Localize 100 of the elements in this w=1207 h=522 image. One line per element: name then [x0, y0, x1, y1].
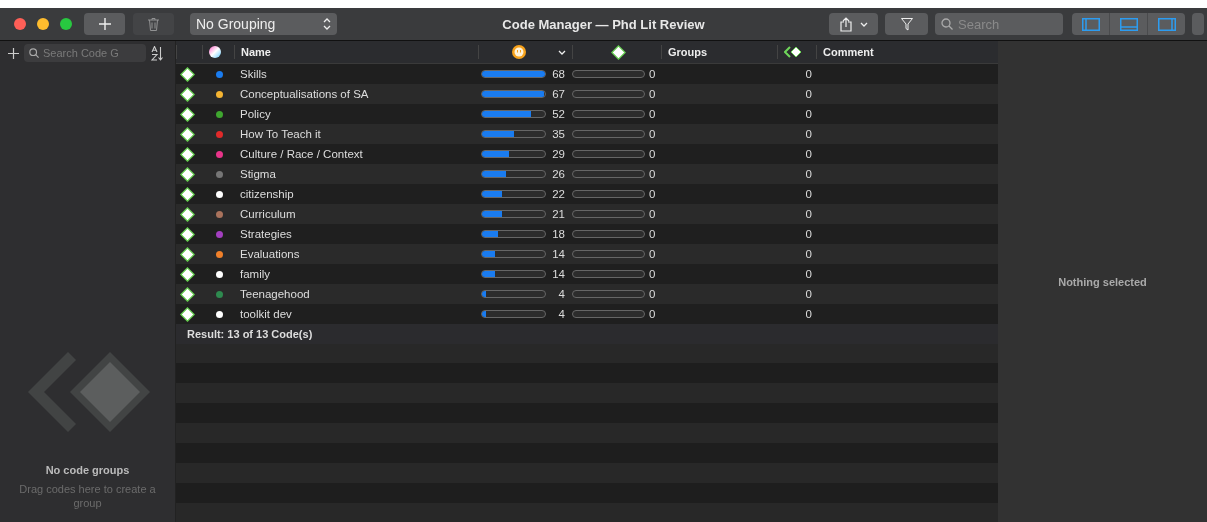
- zoom-button[interactable]: [60, 18, 72, 30]
- search-icon: [29, 48, 39, 58]
- frequency-count: 26: [551, 168, 565, 180]
- frequency-count: 0: [649, 188, 656, 200]
- frequency-count: 0: [649, 68, 656, 80]
- frequency-bar: [481, 310, 546, 318]
- linked-count: 0: [804, 268, 813, 280]
- linked-count: 0: [804, 148, 813, 160]
- linked-count: 0: [804, 228, 813, 240]
- code-icon: [180, 206, 195, 222]
- frequency-count: 0: [649, 108, 656, 120]
- linked-count: 0: [804, 208, 813, 220]
- frequency-count: 35: [551, 128, 565, 140]
- frequency-bar: [481, 130, 546, 138]
- frequency-bar: [481, 270, 546, 278]
- linked-count: 0: [804, 308, 813, 320]
- code-name[interactable]: Skills: [234, 68, 478, 80]
- frequency-count: 0: [649, 228, 656, 240]
- linked-count: 0: [804, 128, 813, 140]
- window-title: Code Manager — Phd Lit Review: [502, 16, 705, 32]
- code-name[interactable]: How To Teach it: [234, 128, 478, 140]
- linked-count: 0: [804, 288, 813, 300]
- left-panel-icon: [1081, 17, 1100, 31]
- code-icon: [180, 126, 195, 142]
- linked-count: 0: [804, 108, 813, 120]
- empty-title: No code groups: [45, 464, 130, 476]
- linked-count: 0: [804, 168, 813, 180]
- grouping-dropdown[interactable]: No Grouping: [190, 13, 337, 35]
- frequency-count: 0: [649, 168, 656, 180]
- share-button[interactable]: [829, 13, 878, 35]
- frequency-bar: [481, 150, 546, 158]
- color-wheel-icon[interactable]: [209, 46, 221, 58]
- code-name[interactable]: Curriculum: [234, 208, 478, 220]
- code-icon: [180, 186, 195, 202]
- linked-count: 0: [804, 248, 813, 260]
- frequency-count: 4: [557, 288, 565, 300]
- filter-button[interactable]: [885, 13, 928, 35]
- frequency-bar: [481, 70, 546, 78]
- frequency-count: 0: [649, 128, 656, 140]
- search-icon: [941, 18, 953, 30]
- code-icon: [180, 266, 195, 282]
- code-icon: [180, 226, 195, 242]
- linked-count: 0: [804, 88, 813, 100]
- frequency-count: 0: [649, 208, 656, 220]
- frequency-count: 22: [551, 188, 565, 200]
- add-button[interactable]: [84, 13, 125, 35]
- empty-detail-text: Nothing selected: [1058, 276, 1147, 288]
- frequency-bar: [481, 230, 546, 238]
- add-icon[interactable]: [8, 47, 19, 59]
- code-icon: [180, 286, 195, 302]
- frequency-count: 67: [551, 88, 565, 100]
- right-panel-icon: [1157, 17, 1176, 31]
- frequency-count: 14: [551, 248, 565, 260]
- code-name[interactable]: Evaluations: [234, 248, 478, 260]
- trash-icon: [148, 17, 159, 31]
- code-icon: [180, 246, 195, 262]
- minimize-button[interactable]: [37, 18, 49, 30]
- code-name[interactable]: Culture / Race / Context: [234, 148, 478, 160]
- linked-count: 0: [804, 188, 813, 200]
- column-header[interactable]: Groups: [661, 45, 777, 59]
- code-name[interactable]: Policy: [234, 108, 478, 120]
- code-icon: [180, 166, 195, 182]
- frequency-count: 18: [551, 228, 565, 240]
- code-name[interactable]: toolkit dev: [234, 308, 478, 320]
- chevron-down-icon[interactable]: [558, 49, 566, 55]
- frequency-bar: [481, 290, 546, 298]
- close-button[interactable]: [14, 18, 26, 30]
- updown-icon: [323, 18, 331, 30]
- code-icon: [180, 66, 195, 82]
- share-icon: [839, 16, 852, 32]
- filter-icon: [900, 17, 913, 31]
- face-icon[interactable]: [512, 45, 526, 59]
- code-icon: [180, 306, 195, 322]
- bottom-panel-icon: [1119, 17, 1138, 31]
- frequency-count: 29: [551, 148, 565, 160]
- code-name[interactable]: family: [234, 268, 478, 280]
- code-name[interactable]: Conceptualisations of SA: [234, 88, 478, 100]
- code-name[interactable]: Teenagehood: [234, 288, 478, 300]
- code-name[interactable]: Stigma: [234, 168, 478, 180]
- frequency-count: 14: [551, 268, 565, 280]
- frequency-count: 0: [649, 308, 656, 320]
- frequency-count: 0: [649, 88, 656, 100]
- frequency-count: 4: [557, 308, 565, 320]
- sort-icon[interactable]: [151, 45, 163, 61]
- code-icon: [611, 44, 626, 60]
- code-icon: [180, 86, 195, 102]
- frequency-count: 0: [649, 148, 656, 160]
- frequency-bar: [481, 170, 546, 178]
- frequency-count: 0: [649, 288, 656, 300]
- column-header[interactable]: Name: [234, 45, 478, 59]
- code-name[interactable]: citizenship: [234, 188, 478, 200]
- frequency-count: 0: [649, 248, 656, 260]
- linked-count: 0: [804, 68, 813, 80]
- linked-codes-icon[interactable]: [784, 46, 802, 58]
- frequency-count: 21: [551, 208, 565, 220]
- plus-icon: [98, 18, 111, 30]
- frequency-count: 68: [551, 68, 565, 80]
- frequency-bar: [481, 110, 546, 118]
- frequency-count: 0: [649, 268, 656, 280]
- code-name[interactable]: Strategies: [234, 228, 478, 240]
